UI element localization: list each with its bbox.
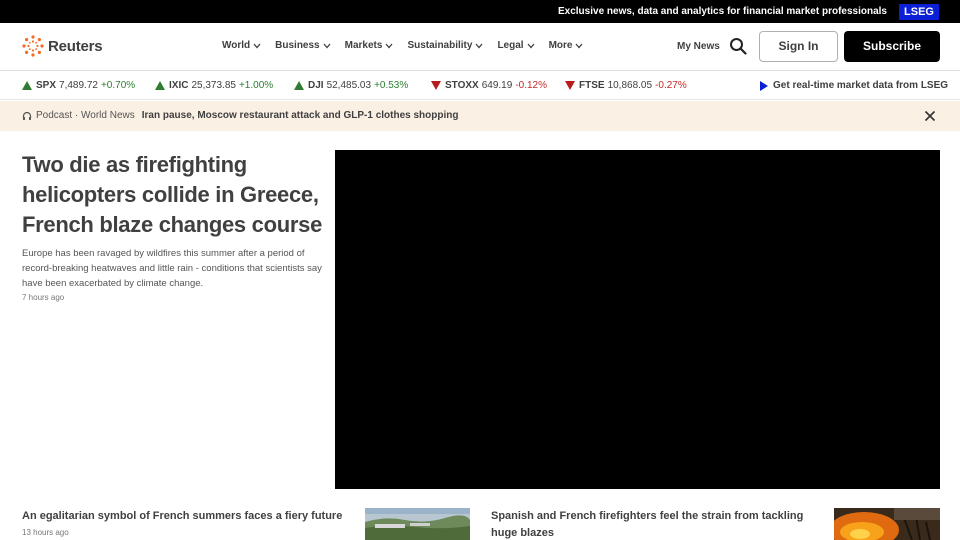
ticker-symbol: STOXX [445, 80, 479, 91]
chevron-down-icon [575, 43, 583, 48]
chevron-down-icon [475, 43, 483, 48]
ticker-symbol: IXIC [169, 80, 189, 91]
lseg-badge[interactable]: LSEG [899, 4, 939, 20]
ticker-change: -0.12% [515, 80, 547, 91]
nav-sustainability-label: Sustainability [407, 40, 473, 51]
hero-timestamp: 7 hours ago [22, 293, 65, 302]
close-icon[interactable] [924, 110, 936, 122]
card-thumbnail[interactable] [834, 508, 940, 540]
arrow-down-icon [431, 81, 441, 90]
reuters-logo[interactable]: Reuters [22, 35, 103, 57]
ticker-value: 25,373.85 [191, 80, 236, 91]
lseg-link-label: Get real-time market data from LSEG [773, 80, 949, 91]
ticker-item-spx[interactable]: SPX 7,489.72 +0.70% [22, 80, 135, 91]
search-icon[interactable] [729, 37, 747, 55]
nav-legal-label: Legal [497, 40, 524, 51]
ticker-item-dji[interactable]: DJI 52,485.03 +0.53% [294, 80, 408, 91]
play-arrow-icon [760, 80, 768, 91]
chevron-down-icon [323, 43, 331, 48]
ticker-value: 10,868.05 [607, 80, 653, 91]
ticker-item-ixic[interactable]: IXIC 25,373.85 +1.00% [155, 80, 273, 91]
arrow-up-icon [294, 81, 304, 90]
ticker-item-ftse[interactable]: FTSE 10,868.05 -0.27% [565, 80, 687, 91]
arrow-up-icon [22, 81, 32, 90]
logo-text: Reuters [48, 37, 103, 55]
nav-world[interactable]: World [222, 40, 261, 51]
ticker-value: 7,489.72 [59, 80, 98, 91]
chevron-down-icon [527, 43, 535, 48]
nav-markets[interactable]: Markets [345, 40, 394, 51]
ticker-change: +0.70% [100, 80, 136, 91]
subscribe-button[interactable]: Subscribe [844, 31, 940, 62]
podcast-label: Podcast · World News [36, 110, 135, 121]
sign-in-button[interactable]: Sign In [759, 31, 838, 62]
chevron-down-icon [385, 43, 393, 48]
ticker-symbol: DJI [308, 80, 324, 91]
ticker-value: 649.19 [481, 80, 513, 91]
arrow-up-icon [155, 81, 165, 90]
hero-headline[interactable]: Two die as firefighting helicopters coll… [22, 150, 327, 240]
banner-message[interactable]: Exclusive news, data and analytics for f… [558, 6, 887, 17]
headphones-icon [22, 111, 32, 120]
site-header: Reuters World Business Markets Sustainab… [0, 23, 960, 71]
nav-world-label: World [222, 40, 251, 51]
reuters-logo-icon [22, 35, 44, 57]
landscape-thumbnail-image [365, 508, 470, 540]
ticker-value: 52,485.03 [326, 80, 372, 91]
nav-business-label: Business [275, 40, 320, 51]
hero-description: Europe has been ravaged by wildfires thi… [22, 248, 322, 289]
top-banner: Exclusive news, data and analytics for f… [0, 0, 960, 23]
market-ticker: SPX 7,489.72 +0.70% IXIC 25,373.85 +1.00… [0, 72, 960, 100]
main-nav: World Business Markets Sustainability Le… [222, 40, 597, 51]
ticker-change: +1.00% [238, 80, 274, 91]
hero-video-player[interactable] [335, 150, 940, 489]
nav-more-label: More [548, 40, 573, 51]
card-headline[interactable]: An egalitarian symbol of French summers … [22, 508, 352, 525]
ticker-symbol: FTSE [579, 80, 605, 91]
my-news-link[interactable]: My News [677, 41, 720, 52]
ticker-change: +0.53% [374, 80, 409, 91]
card-thumbnail[interactable] [365, 508, 470, 540]
nav-markets-label: Markets [344, 40, 383, 51]
card-timestamp: 13 hours ago [22, 528, 69, 537]
nav-legal[interactable]: Legal [497, 40, 535, 51]
arrow-down-icon [565, 81, 575, 90]
nav-sustainability[interactable]: Sustainability [407, 40, 483, 51]
podcast-banner[interactable]: Podcast · World News Iran pause, Moscow … [0, 101, 960, 131]
nav-more[interactable]: More [549, 40, 584, 51]
lseg-data-link[interactable]: Get real-time market data from LSEG [760, 80, 948, 91]
podcast-title[interactable]: Iran pause, Moscow restaurant attack and… [142, 110, 459, 121]
card-headline[interactable]: Spanish and French firefighters feel the… [491, 508, 811, 540]
chevron-down-icon [253, 43, 261, 48]
fire-thumbnail-image [834, 508, 940, 540]
ticker-item-stoxx[interactable]: STOXX 649.19 -0.12% [431, 80, 547, 91]
nav-business[interactable]: Business [275, 40, 331, 51]
ticker-change: -0.27% [655, 80, 687, 91]
ticker-symbol: SPX [36, 80, 57, 91]
